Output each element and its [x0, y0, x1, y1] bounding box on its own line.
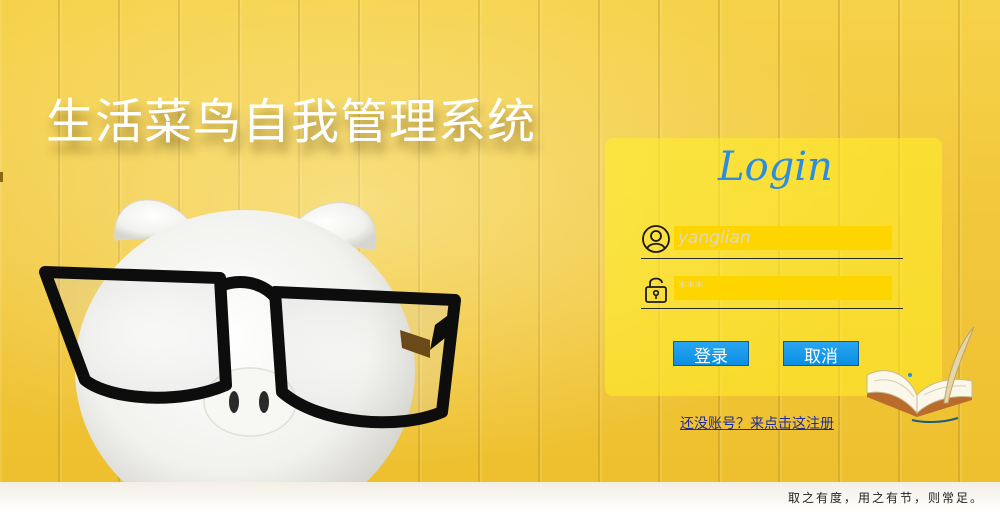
book-quill-icon	[866, 326, 975, 424]
password-input[interactable]	[674, 276, 892, 300]
login-page: 生活菜鸟自我管理系统 Login yanglian 登录 取消 还没账号？来点击…	[0, 0, 1000, 514]
lock-icon	[645, 277, 667, 303]
username-input[interactable]	[674, 226, 892, 250]
user-icon	[642, 225, 670, 253]
piggy-bank-illustration	[39, 199, 461, 490]
login-heading: Login	[718, 144, 833, 190]
motto-text: 取之有度，用之有节，则常足。	[788, 491, 985, 505]
login-button[interactable]: 登录	[673, 341, 749, 367]
username-row	[641, 222, 903, 259]
register-link[interactable]: 还没账号？来点击这注册	[680, 413, 834, 433]
password-row	[641, 272, 903, 309]
edge-mark	[0, 172, 3, 182]
cancel-button[interactable]: 取消	[783, 341, 859, 367]
page-title: 生活菜鸟自我管理系统	[46, 94, 537, 150]
